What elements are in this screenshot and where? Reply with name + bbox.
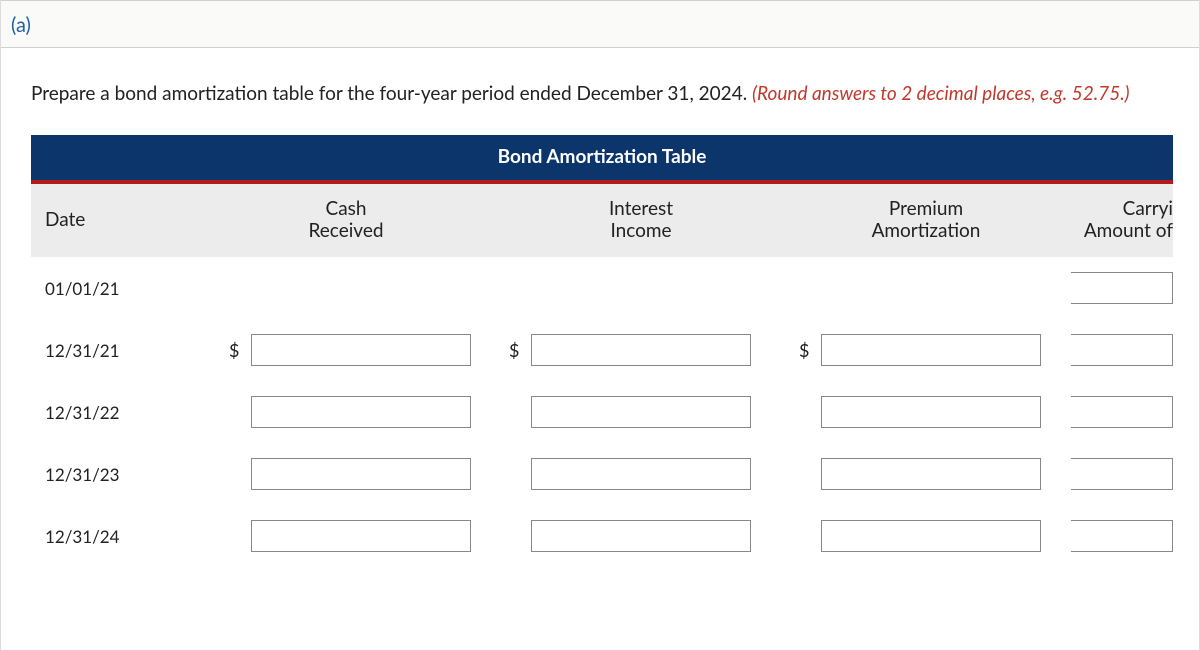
date-cell: 12/31/24 bbox=[31, 526, 191, 547]
carrying-amount-input[interactable] bbox=[1071, 458, 1173, 490]
premium-amortization-input[interactable] bbox=[821, 520, 1041, 552]
date-cell: 12/31/21 bbox=[31, 340, 191, 361]
col-cash-cell: $ bbox=[191, 334, 501, 366]
col-prem-cell bbox=[781, 396, 1071, 428]
header-premium-l1: Premium bbox=[781, 198, 1071, 221]
interest-income-input[interactable] bbox=[531, 520, 751, 552]
interest-income-input[interactable] bbox=[531, 396, 751, 428]
col-cash-cell bbox=[191, 520, 501, 552]
header-cash-l1: Cash bbox=[191, 198, 501, 221]
question-content: Prepare a bond amortization table for th… bbox=[1, 48, 1199, 591]
header-premium: Premium Amortization bbox=[781, 198, 1071, 244]
header-cash: Cash Received bbox=[191, 198, 501, 244]
premium-amortization-input[interactable] bbox=[821, 396, 1041, 428]
col-int-cell: $ bbox=[501, 334, 781, 366]
table-row: 12/31/24 bbox=[31, 505, 1173, 567]
col-prem-cell bbox=[781, 520, 1071, 552]
carrying-amount-input[interactable] bbox=[1071, 334, 1173, 366]
premium-amortization-input[interactable] bbox=[821, 334, 1041, 366]
amortization-table: Bond Amortization Table Date Cash Receiv… bbox=[31, 135, 1173, 568]
col-carry-cell bbox=[1071, 458, 1173, 490]
col-carry-cell: $ bbox=[1071, 334, 1173, 366]
dollar-sign: $ bbox=[799, 339, 817, 361]
col-int-cell bbox=[501, 520, 781, 552]
part-tab-strip: (a) bbox=[1, 0, 1199, 48]
dollar-sign: $ bbox=[509, 339, 527, 361]
cash-received-input[interactable] bbox=[251, 396, 471, 428]
col-prem-cell bbox=[781, 458, 1071, 490]
cash-received-input[interactable] bbox=[251, 334, 471, 366]
col-carry-cell: $ bbox=[1071, 272, 1173, 304]
table-row: 12/31/22 bbox=[31, 381, 1173, 443]
col-prem-cell: $ bbox=[781, 334, 1071, 366]
date-cell: 12/31/22 bbox=[31, 402, 191, 423]
col-cash-cell bbox=[191, 396, 501, 428]
col-carry-cell bbox=[1071, 520, 1173, 552]
col-carry-cell bbox=[1071, 396, 1173, 428]
header-date: Date bbox=[31, 209, 191, 232]
instruction-text: Prepare a bond amortization table for th… bbox=[31, 80, 1173, 109]
header-interest-l2: Income bbox=[501, 220, 781, 243]
interest-income-input[interactable] bbox=[531, 458, 751, 490]
table-row: 12/31/21 $ $ $ $ bbox=[31, 319, 1173, 381]
carrying-amount-input[interactable] bbox=[1071, 520, 1173, 552]
instruction-hint: (Round answers to 2 decimal places, e.g.… bbox=[752, 82, 1130, 105]
cash-received-input[interactable] bbox=[251, 520, 471, 552]
dollar-sign: $ bbox=[229, 339, 247, 361]
date-cell: 01/01/21 bbox=[31, 278, 191, 299]
col-int-cell bbox=[501, 396, 781, 428]
header-carry-l1: Carryi bbox=[1071, 198, 1173, 221]
table-row: 12/31/23 bbox=[31, 443, 1173, 505]
table-header-row: Date Cash Received Interest Income Premi… bbox=[31, 184, 1173, 258]
header-interest: Interest Income bbox=[501, 198, 781, 244]
date-cell: 12/31/23 bbox=[31, 464, 191, 485]
carrying-amount-input[interactable] bbox=[1071, 272, 1173, 304]
premium-amortization-input[interactable] bbox=[821, 458, 1041, 490]
table-title: Bond Amortization Table bbox=[31, 135, 1173, 184]
table-row: 01/01/21 $ bbox=[31, 257, 1173, 319]
instruction-main: Prepare a bond amortization table for th… bbox=[31, 82, 752, 105]
header-premium-l2: Amortization bbox=[781, 220, 1071, 243]
header-carrying: Carryi Amount of bbox=[1071, 198, 1173, 244]
part-a-tab[interactable]: (a) bbox=[9, 5, 33, 47]
carrying-amount-input[interactable] bbox=[1071, 396, 1173, 428]
col-cash-cell bbox=[191, 458, 501, 490]
col-int-cell bbox=[501, 458, 781, 490]
cash-received-input[interactable] bbox=[251, 458, 471, 490]
interest-income-input[interactable] bbox=[531, 334, 751, 366]
header-carry-l2: Amount of bbox=[1071, 220, 1173, 243]
header-cash-l2: Received bbox=[191, 220, 501, 243]
header-interest-l1: Interest bbox=[501, 198, 781, 221]
